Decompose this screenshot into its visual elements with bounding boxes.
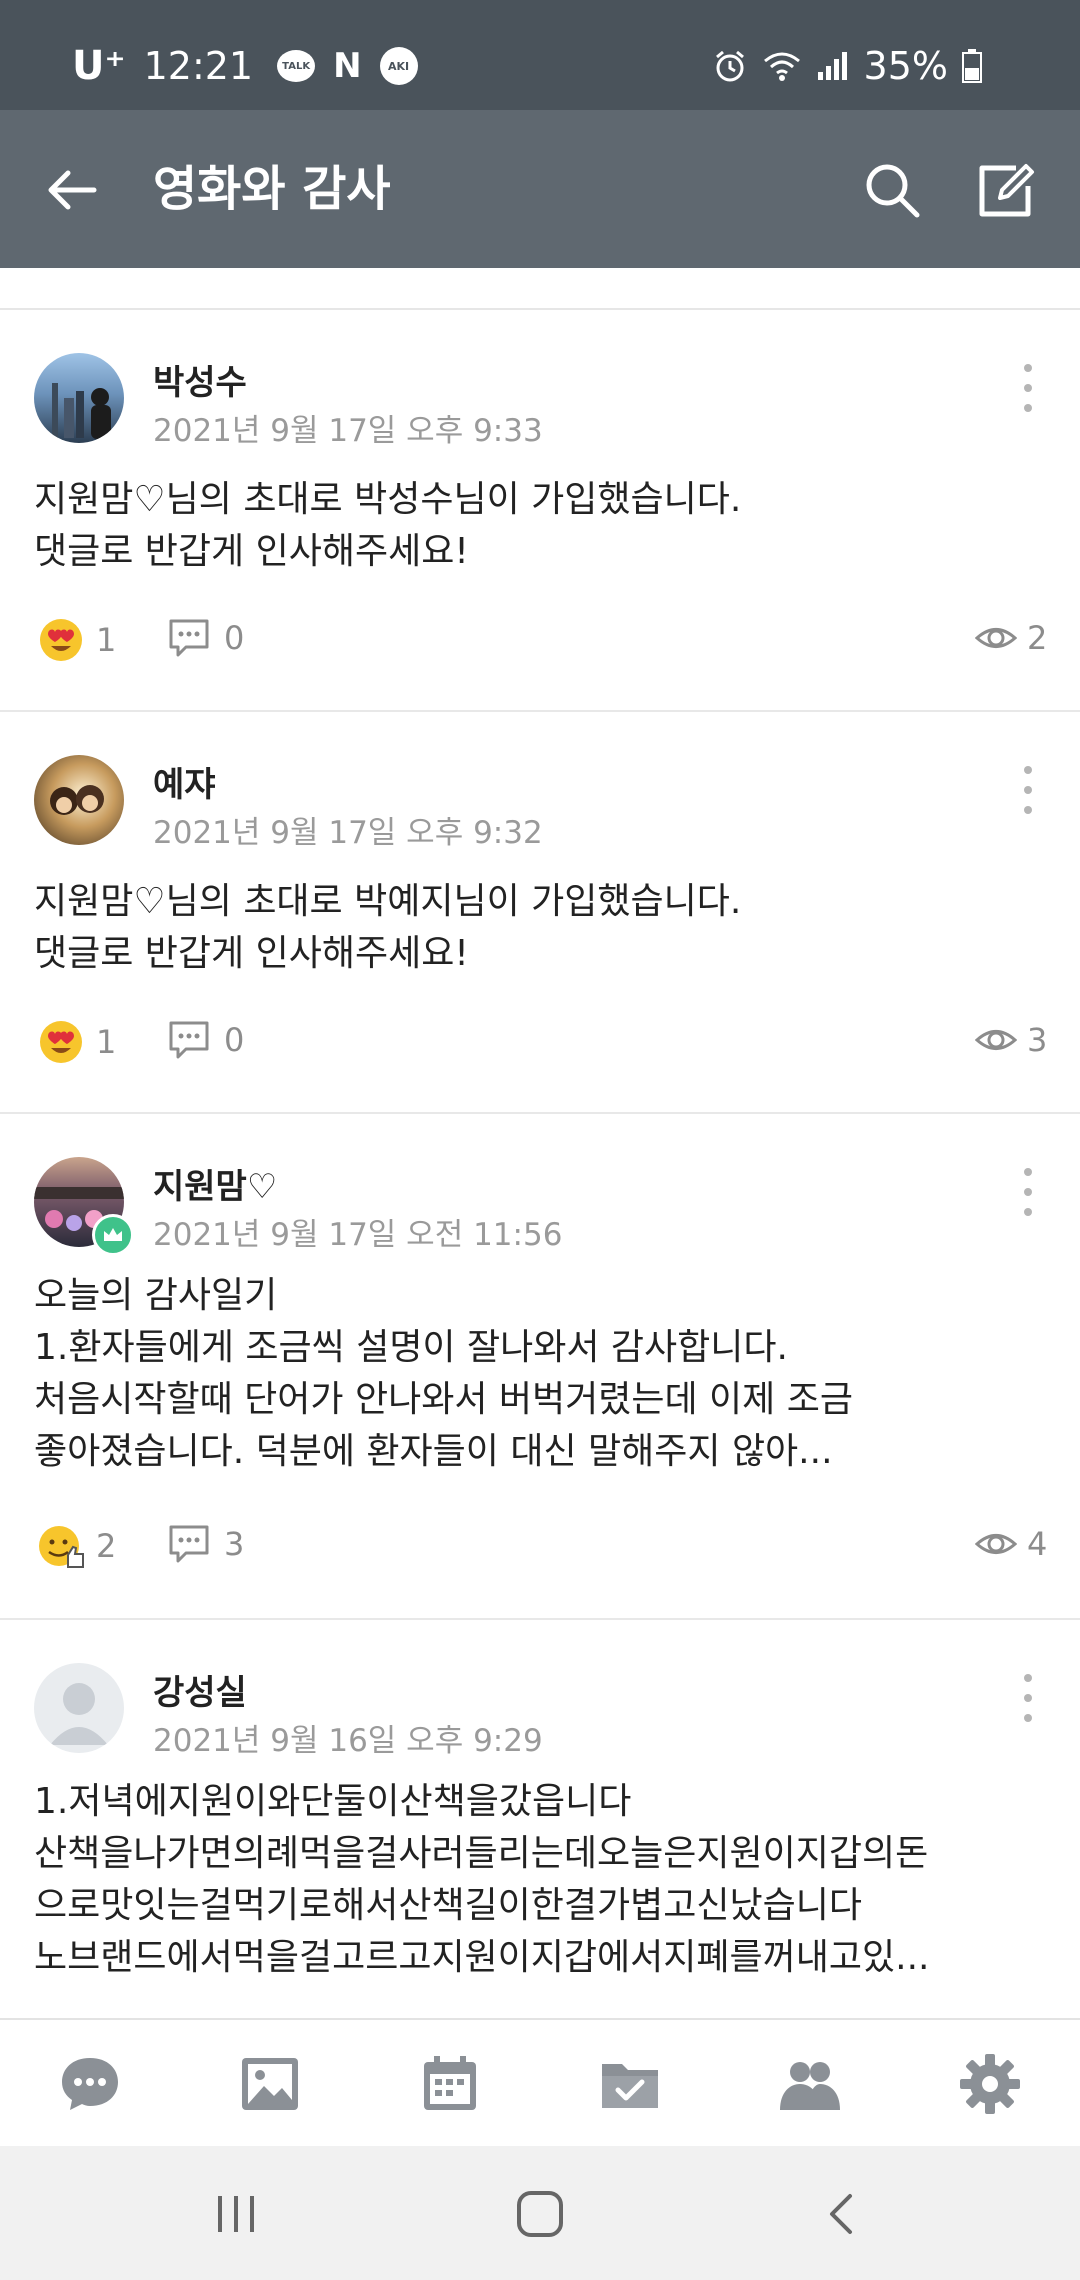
- more-options-icon[interactable]: [1016, 760, 1040, 820]
- compose-icon[interactable]: [976, 160, 1038, 220]
- default-avatar-icon: [50, 1683, 108, 1745]
- carrier-label: U⁺: [72, 43, 126, 89]
- view-count: 2: [975, 617, 1047, 659]
- comment-icon: [169, 619, 209, 657]
- view-count-value: 4: [1027, 1525, 1048, 1563]
- post-card[interactable]: 지원맘♡ 2021년 9월 17일 오전 11:56 오늘의 감사일기 1.환자…: [0, 1114, 1080, 1620]
- folder-icon[interactable]: [598, 2052, 662, 2116]
- eye-icon: [975, 1030, 1017, 1050]
- clock: 12:21: [143, 44, 254, 88]
- avatar[interactable]: [34, 353, 124, 443]
- members-icon[interactable]: [778, 2052, 842, 2116]
- talk-icon-label: TALK: [282, 60, 311, 72]
- post-body[interactable]: 지원맘♡님의 초대로 박예지님이 가입했습니다. 댓글로 반갑게 인사해주세요!: [34, 876, 1046, 980]
- post-card[interactable]: 강성실 2021년 9월 16일 오후 9:29 1.저녁에지원이와단둘이산책을…: [0, 1620, 1080, 2018]
- reaction-count-value: 1: [96, 621, 117, 659]
- post-author[interactable]: 예쟈: [153, 757, 216, 806]
- status-bar: U⁺ 12:21 TALK N AKI 35%: [0, 0, 1080, 110]
- post-date: 2021년 9월 16일 오후 9:29: [153, 1723, 543, 1759]
- back-icon[interactable]: [820, 2190, 864, 2238]
- comment-count[interactable]: 3: [168, 1523, 244, 1565]
- comment-icon: [169, 1021, 209, 1059]
- home-icon[interactable]: [514, 2188, 566, 2240]
- reaction-count[interactable]: 1: [38, 617, 116, 663]
- avatar[interactable]: [34, 1663, 124, 1753]
- admin-crown-badge: [92, 1214, 134, 1256]
- battery-percent: 35%: [863, 44, 948, 88]
- calendar-icon[interactable]: [418, 2052, 482, 2116]
- eye-icon: [975, 1534, 1017, 1554]
- post-card[interactable]: 예쟈 2021년 9월 17일 오후 9:32 지원맘♡님의 초대로 박예지님이…: [0, 712, 1080, 1114]
- more-options-icon[interactable]: [1016, 1162, 1040, 1222]
- post-body[interactable]: 오늘의 감사일기 1.환자들에게 조금씩 설명이 잘나와서 감사합니다. 처음시…: [34, 1270, 1046, 1478]
- thumbs-up-emoji-icon: [39, 1526, 84, 1568]
- post-author[interactable]: 강성실: [153, 1665, 247, 1714]
- post-date: 2021년 9월 17일 오후 9:33: [153, 413, 543, 449]
- reaction-count-value: 2: [96, 1527, 117, 1565]
- search-icon[interactable]: [862, 160, 922, 220]
- photo-icon[interactable]: [238, 2052, 302, 2116]
- heart-eyes-emoji-icon: [40, 1021, 82, 1063]
- view-count-value: 3: [1027, 1021, 1048, 1059]
- comment-count-value: 0: [224, 619, 245, 657]
- aki-icon: AKI: [379, 47, 418, 85]
- comment-count[interactable]: 0: [168, 617, 244, 659]
- talk-icon: TALK: [277, 50, 316, 82]
- more-options-icon[interactable]: [1016, 1668, 1040, 1728]
- system-nav-bar: [0, 2146, 1080, 2280]
- naver-icon: N: [333, 46, 362, 86]
- bottom-nav: [0, 2018, 1080, 2148]
- comment-icon: [169, 1525, 209, 1563]
- post-body[interactable]: 1.저녁에지원이와단둘이산책을갔읍니다 산책을나가면의례먹을걸사러들리는데오늘은…: [34, 1776, 1046, 1984]
- view-count: 4: [975, 1523, 1047, 1565]
- comment-count[interactable]: 0: [168, 1019, 244, 1061]
- avatar[interactable]: [34, 755, 124, 845]
- page-title: 영화와 감사: [153, 161, 391, 217]
- comment-count-value: 0: [224, 1021, 245, 1059]
- heart-eyes-emoji-icon: [40, 619, 82, 661]
- chat-icon[interactable]: [58, 2052, 122, 2116]
- view-count: 3: [975, 1019, 1047, 1061]
- reaction-count-value: 1: [96, 1023, 117, 1061]
- settings-icon[interactable]: [958, 2052, 1022, 2116]
- eye-icon: [975, 628, 1017, 648]
- reaction-count[interactable]: 1: [38, 1019, 116, 1065]
- comment-count-value: 3: [224, 1525, 245, 1563]
- recent-apps-icon[interactable]: [212, 2190, 260, 2238]
- app-bar: 영화와 감사: [0, 110, 1080, 268]
- wifi-icon: [763, 52, 800, 81]
- post-date: 2021년 9월 17일 오전 11:56: [153, 1217, 563, 1253]
- alarm-icon: [715, 50, 744, 82]
- post-body[interactable]: 지원맘♡님의 초대로 박성수님이 가입했습니다. 댓글로 반갑게 인사해주세요!: [34, 474, 1046, 578]
- reaction-count[interactable]: 2: [38, 1523, 116, 1569]
- view-count-value: 2: [1027, 619, 1048, 657]
- post-card[interactable]: 박성수 2021년 9월 17일 오후 9:33 지원맘♡님의 초대로 박성수님…: [0, 310, 1080, 712]
- more-options-icon[interactable]: [1016, 358, 1040, 418]
- post-author[interactable]: 지원맘♡: [153, 1159, 277, 1208]
- battery-icon: [962, 49, 982, 83]
- aki-icon-label: AKI: [388, 59, 410, 73]
- crown-icon: [104, 1228, 122, 1241]
- signal-icon: [817, 52, 847, 80]
- post-feed[interactable]: 박성수 2021년 9월 17일 오후 9:33 지원맘♡님의 초대로 박성수님…: [0, 268, 1080, 2018]
- post-author[interactable]: 박성수: [153, 355, 247, 404]
- back-arrow-icon[interactable]: [40, 158, 104, 222]
- post-date: 2021년 9월 17일 오후 9:32: [153, 815, 543, 851]
